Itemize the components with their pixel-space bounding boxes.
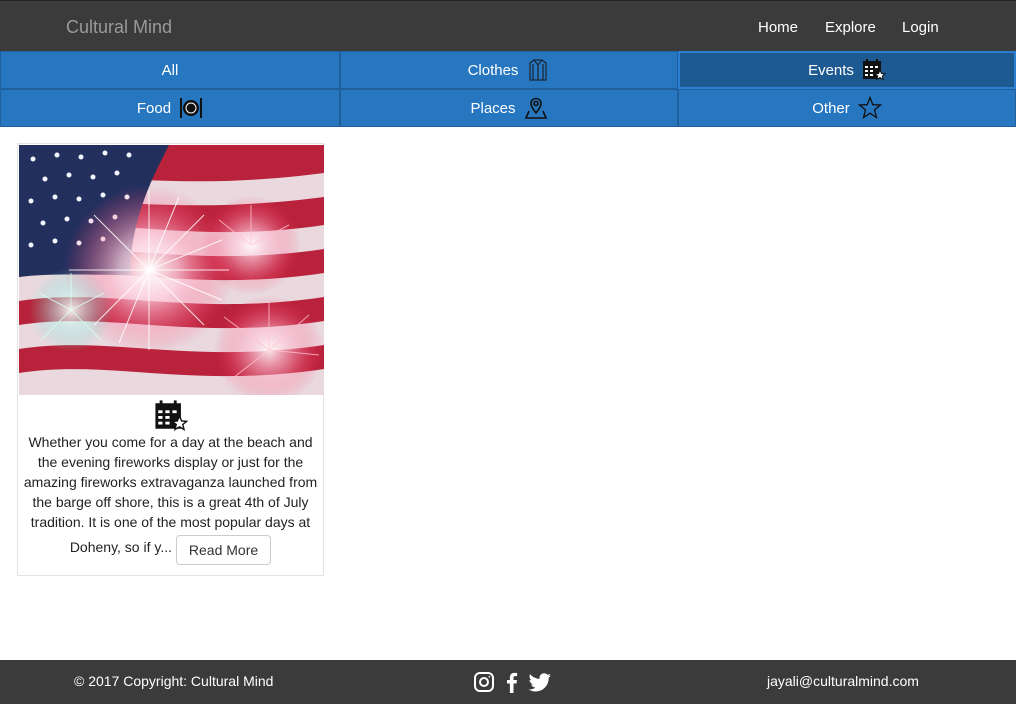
map-pin-icon [524,96,548,120]
category-label: All [161,61,179,79]
category-clothes[interactable]: Clothes [340,51,678,89]
nav-home-link[interactable]: Home [758,19,798,36]
card-description: Whether you come for a day at the beach … [23,434,318,556]
footer: © 2017 Copyright: Cultural Mind jayali@c… [0,660,1016,704]
nav-login-link[interactable]: Login [902,19,939,36]
fireworks-flag-image[interactable] [19,145,324,395]
category-places[interactable]: Places [340,89,678,127]
star-icon [857,96,882,120]
category-all[interactable]: All [0,51,340,89]
category-grid: All Clothes Events Food Places Other [0,51,1016,127]
category-label: Other [812,99,850,117]
calendar-star-icon [862,58,886,82]
category-other[interactable]: Other [678,89,1016,127]
facebook-icon[interactable] [500,670,524,694]
event-card: Whether you come for a day at the beach … [17,143,324,576]
category-food[interactable]: Food [0,89,340,127]
category-label: Clothes [467,61,519,79]
twitter-icon[interactable] [528,670,552,694]
social-links [472,670,552,694]
brand-link[interactable]: Cultural Mind [66,17,172,38]
category-label: Events [808,61,854,79]
category-label: Places [470,99,516,117]
nav-explore-link[interactable]: Explore [825,19,876,36]
category-events[interactable]: Events [678,51,1016,89]
jacket-icon [526,58,550,82]
copyright-text: © 2017 Copyright: Cultural Mind [74,673,274,689]
category-label: Food [136,99,172,117]
read-more-button[interactable]: Read More [175,535,272,565]
card-description-block: Whether you come for a day at the beach … [22,432,319,565]
plate-cutlery-icon [179,96,203,120]
contact-email-link[interactable]: jayali@culturalmind.com [767,673,919,689]
instagram-icon[interactable] [472,670,496,694]
calendar-star-icon [154,399,189,433]
top-navbar: Cultural Mind Home Explore Login [0,0,1016,51]
